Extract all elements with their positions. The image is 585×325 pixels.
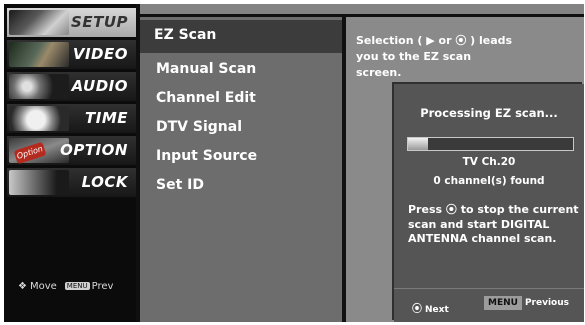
menu-item-video[interactable]: VIDEO — [7, 40, 136, 69]
submenu-item-set-id[interactable]: Set ID — [156, 177, 204, 193]
menu-item-option[interactable]: Option OPTION — [7, 136, 136, 165]
lock-icon — [9, 170, 69, 195]
current-channel: TV Ch.20 — [462, 156, 516, 168]
navigation-pad-icon: ❖ — [18, 281, 27, 292]
info-text: Selection ( ▶ or ⦿ ) leads you to the EZ… — [356, 34, 513, 79]
submenu-item-ez-scan[interactable]: EZ Scan — [140, 20, 342, 53]
dialog-title: Processing EZ scan... — [420, 106, 558, 120]
menu-item-setup[interactable]: SETUP — [7, 8, 136, 37]
setup-thumbnail-icon — [9, 10, 69, 35]
previous-label: Previous — [524, 298, 569, 308]
menu-item-audio[interactable]: AUDIO — [7, 72, 136, 101]
dialog-message: Press ⦿ to stop the current scan and sta… — [408, 203, 579, 245]
menu-key-icon: MENU — [484, 296, 522, 310]
speaker-icon — [9, 74, 69, 99]
menu-item-label: LOCK — [81, 173, 128, 191]
scan-progress-bar — [407, 137, 574, 151]
submenu-item-dtv-signal[interactable]: DTV Signal — [156, 119, 242, 135]
menu-item-time[interactable]: TIME — [7, 104, 136, 133]
setup-submenu: EZ Scan Manual Scan Channel Edit DTV Sig… — [140, 17, 342, 322]
menu-item-label: AUDIO — [71, 77, 128, 95]
clock-icon — [9, 106, 69, 131]
menu-item-label: OPTION — [60, 141, 128, 159]
ez-scan-dialog: Processing EZ scan... TV Ch.20 0 channel… — [394, 84, 584, 322]
submenu-item-label: EZ Scan — [154, 27, 217, 43]
previous-button[interactable]: MENU Previous — [484, 296, 569, 310]
header-strip — [140, 4, 584, 14]
submenu-item-channel-edit[interactable]: Channel Edit — [156, 90, 256, 106]
submenu-item-manual-scan[interactable]: Manual Scan — [156, 61, 256, 77]
menu-item-label: SETUP — [71, 13, 128, 31]
next-label: Next — [425, 305, 449, 315]
navigation-hint: ❖ Move MENU Prev — [18, 281, 113, 292]
channels-found: 0 channel(s) found — [433, 175, 545, 187]
dialog-divider — [394, 288, 584, 289]
menu-item-label: VIDEO — [72, 45, 128, 63]
submenu-item-input-source[interactable]: Input Source — [156, 148, 257, 164]
next-button[interactable]: ⦿ Next — [412, 300, 449, 315]
prev-hint-label: Prev — [91, 281, 114, 292]
menu-item-lock[interactable]: LOCK — [7, 168, 136, 197]
film-reel-icon — [9, 42, 69, 67]
menu-item-label: TIME — [85, 109, 128, 127]
main-menu: SETUP VIDEO AUDIO TIME Option OPTION LOC… — [4, 4, 136, 322]
move-hint-label: Move — [29, 281, 57, 292]
menu-key-icon: MENU — [64, 282, 90, 290]
option-tag-label: Option — [13, 141, 47, 165]
scan-progress-fill — [408, 138, 428, 150]
ok-button-icon: ⦿ — [412, 304, 422, 315]
